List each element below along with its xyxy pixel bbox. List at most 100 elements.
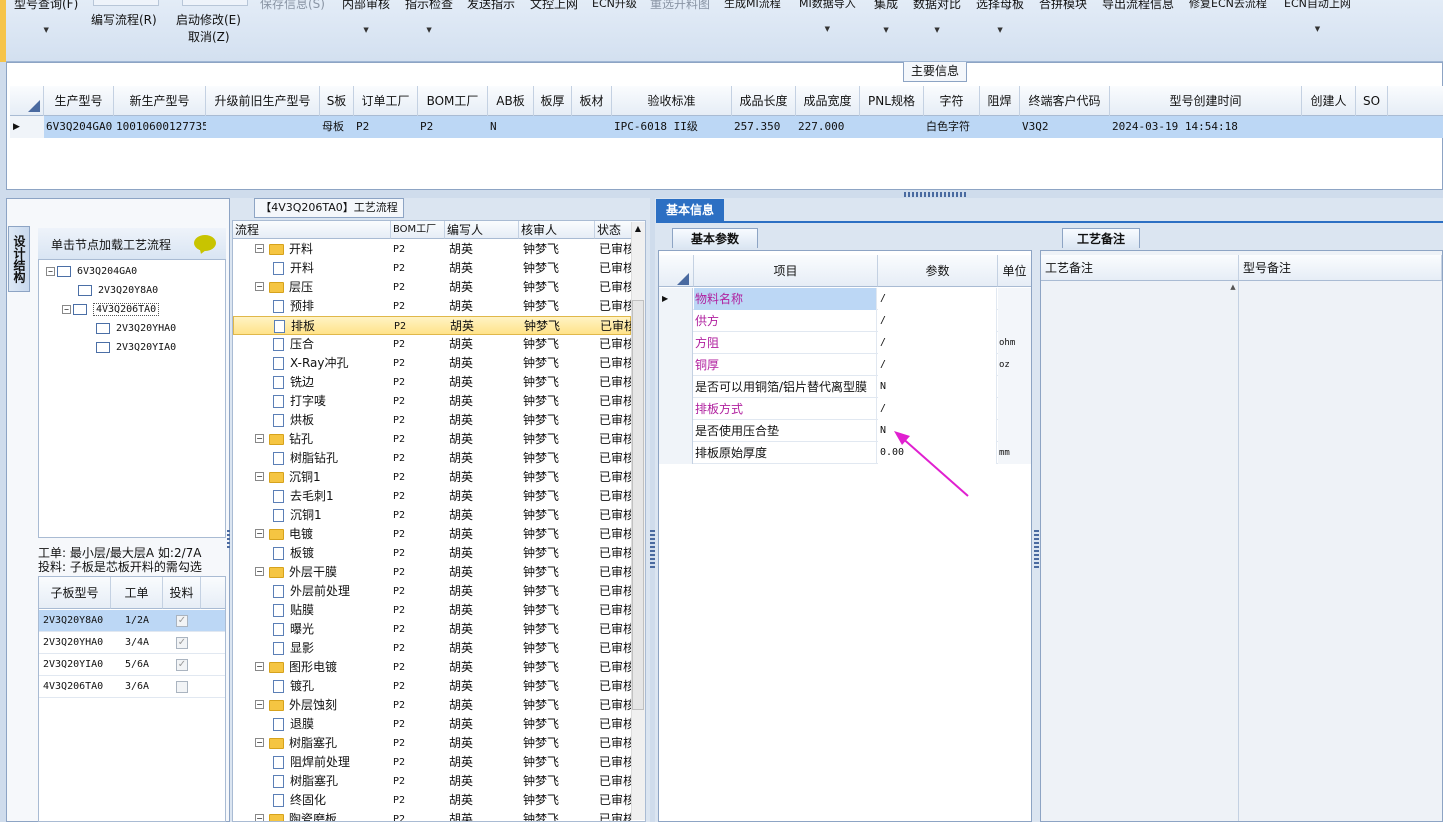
collapse-icon[interactable]: − [255,700,264,709]
doc-online-button[interactable]: 文控上网 [530,0,578,12]
col-header[interactable]: 型号创建时间 [1110,86,1302,116]
cell[interactable]: 6V3Q204GA0 [44,116,114,138]
cell[interactable]: 母板 [320,116,354,138]
col-header[interactable]: 子板型号 [39,577,111,609]
list-item[interactable]: 压合 P2 胡英 钟梦飞 已审核 [233,335,631,354]
col-header[interactable]: 板厚 [534,86,572,116]
feed-checkbox[interactable]: ✓ [176,659,188,671]
col-header[interactable]: 订单工厂 [354,86,418,116]
table-row[interactable]: 是否使用压合垫 N [659,420,1031,442]
scroll-up-icon[interactable]: ▲ [632,223,644,235]
list-item[interactable]: 开料 − P2 胡英 钟梦飞 已审核 [233,240,631,259]
col-header[interactable]: 成品长度 [732,86,796,116]
list-item[interactable]: 沉铜1 − P2 胡英 钟梦飞 已审核 [233,468,631,487]
model-note-field[interactable] [1240,281,1442,821]
list-item[interactable]: X-Ray冲孔 P2 胡英 钟梦飞 已审核 [233,354,631,373]
list-item[interactable]: 钻孔 − P2 胡英 钟梦飞 已审核 [233,430,631,449]
col-header[interactable]: AB板 [488,86,534,116]
list-item[interactable]: 终固化 P2 胡英 钟梦飞 已审核 [233,791,631,810]
list-item[interactable]: 树脂钻孔 P2 胡英 钟梦飞 已审核 [233,449,631,468]
collapse-icon[interactable]: − [255,282,264,291]
splitter-grip[interactable] [1034,530,1039,570]
col-header[interactable]: 工单 [111,577,163,609]
table-row[interactable]: ▶ 物料名称 / [659,288,1031,310]
splitter-grip[interactable] [904,192,966,197]
list-item[interactable]: 退膜 P2 胡英 钟梦飞 已审核 [233,715,631,734]
param-value[interactable]: / [878,354,997,376]
table-row[interactable]: 4V3Q206TA0 3/6A [39,676,225,698]
table-row[interactable]: 是否可以用铜箔/铝片替代离型膜 N [659,376,1031,398]
list-item[interactable]: 陶瓷磨板 − P2 胡英 钟梦飞 已审核 [233,810,631,821]
scroll-up-icon[interactable]: ▲ [1227,283,1239,295]
list-item[interactable]: 沉铜1 P2 胡英 钟梦飞 已审核 [233,506,631,525]
param-value[interactable]: / [878,310,997,332]
col-header[interactable]: SO [1356,86,1388,116]
cell[interactable]: 257.350 [732,116,796,138]
repair-ecn-flow-button[interactable]: 修复ECN去流程 [1189,0,1267,11]
instruction-check-button[interactable]: 指示检查 ▼ [405,0,453,34]
col-header[interactable]: 型号备注 [1239,255,1442,281]
list-item[interactable]: 镀孔 P2 胡英 钟梦飞 已审核 [233,677,631,696]
list-item[interactable]: 外层前处理 P2 胡英 钟梦飞 已审核 [233,582,631,601]
cell[interactable]: V3Q2 [1020,116,1110,138]
list-item[interactable]: 排板 P2 胡英 钟梦飞 已审核 [233,316,632,335]
list-item[interactable]: 打字唛 P2 胡英 钟梦飞 已审核 [233,392,631,411]
ecn-auto-online-button[interactable]: ECN自动上网 ▼ [1284,0,1351,33]
collapse-icon[interactable]: − [255,567,264,576]
reselect-cut-chart-button[interactable]: 重选开料图 [650,0,710,12]
cell[interactable]: 227.000 [796,116,860,138]
edit-flow-button[interactable]: 编写流程(R) [91,11,157,28]
cell[interactable]: P2 [354,116,418,138]
save-info-button[interactable]: 保存信息(S) [260,0,325,12]
col-header[interactable]: 项目 [694,255,878,287]
list-item[interactable]: 去毛刺1 P2 胡英 钟梦飞 已审核 [233,487,631,506]
tab-process-notes[interactable]: 工艺备注 [1062,228,1140,248]
col-header[interactable]: 成品宽度 [796,86,860,116]
table-row[interactable]: 供方 / [659,310,1031,332]
list-item[interactable]: 树脂塞孔 P2 胡英 钟梦飞 已审核 [233,772,631,791]
ecn-upgrade-button[interactable]: ECN升级 [592,0,637,11]
collapse-icon[interactable]: − [255,472,264,481]
list-item[interactable]: 预排 P2 胡英 钟梦飞 已审核 [233,297,631,316]
design-structure-tab[interactable]: 设计结构 [8,226,30,292]
generate-mi-flow-button[interactable]: 生成MI流程 [724,0,781,11]
cell[interactable]: N [488,116,534,138]
list-item[interactable]: 显影 P2 胡英 钟梦飞 已审核 [233,639,631,658]
comment-bubble-icon[interactable] [194,235,216,251]
table-row[interactable]: 2V3Q20YIA0 5/6A ✓ [39,654,225,676]
col-header[interactable]: BOM工厂 [391,221,445,239]
col-header[interactable]: PNL规格 [860,86,924,116]
col-header[interactable]: 单位 [998,255,1031,287]
feed-checkbox[interactable]: ✓ [176,615,188,627]
scrollbar-thumb[interactable] [632,300,644,710]
col-header[interactable]: 验收标准 [612,86,732,116]
model-query-button[interactable]: 型号查询(F) ▼ [14,0,78,34]
col-header[interactable]: 新生产型号 [114,86,206,116]
cell[interactable]: 2024-03-19 14:54:18 [1110,116,1302,138]
list-item[interactable]: 板镀 P2 胡英 钟梦飞 已审核 [233,544,631,563]
col-header[interactable]: 升级前旧生产型号 [206,86,320,116]
export-flow-info-button[interactable]: 导出流程信息 [1102,0,1174,12]
process-note-field[interactable] [1041,281,1239,821]
start-modify-button[interactable]: 启动修改(E) [176,11,241,28]
tree-node[interactable]: − 4V3Q206TA0 [62,302,160,318]
collapse-icon[interactable]: − [255,738,264,747]
feed-checkbox[interactable]: ✓ [176,637,188,649]
table-row[interactable]: 排板原始厚度 0.00 mm [659,442,1031,464]
col-header[interactable]: 终端客户代码 [1020,86,1110,116]
tree-node[interactable]: 2V3Q20YIA0 [96,340,176,356]
internal-review-button[interactable]: 内部审核 ▼ [342,0,390,34]
table-row[interactable]: 铜厚 / oz [659,354,1031,376]
tree-node[interactable]: 2V3Q20YHA0 [96,321,176,337]
list-item[interactable]: 树脂塞孔 − P2 胡英 钟梦飞 已审核 [233,734,631,753]
select-mother-board-button[interactable]: 选择母板 ▼ [976,0,1024,34]
data-compare-button[interactable]: 数据对比 ▼ [913,0,961,34]
table-row[interactable]: 2V3Q20Y8A0 1/2A ✓ [39,610,225,632]
cell[interactable]: 白色字符 [924,116,980,138]
col-header[interactable]: 字符 [924,86,980,116]
collapse-icon[interactable]: − [255,662,264,671]
col-header[interactable]: 编写人 [445,221,519,239]
col-header[interactable]: 核审人 [519,221,595,239]
param-value[interactable]: / [878,332,997,354]
col-header[interactable]: S板 [320,86,354,116]
